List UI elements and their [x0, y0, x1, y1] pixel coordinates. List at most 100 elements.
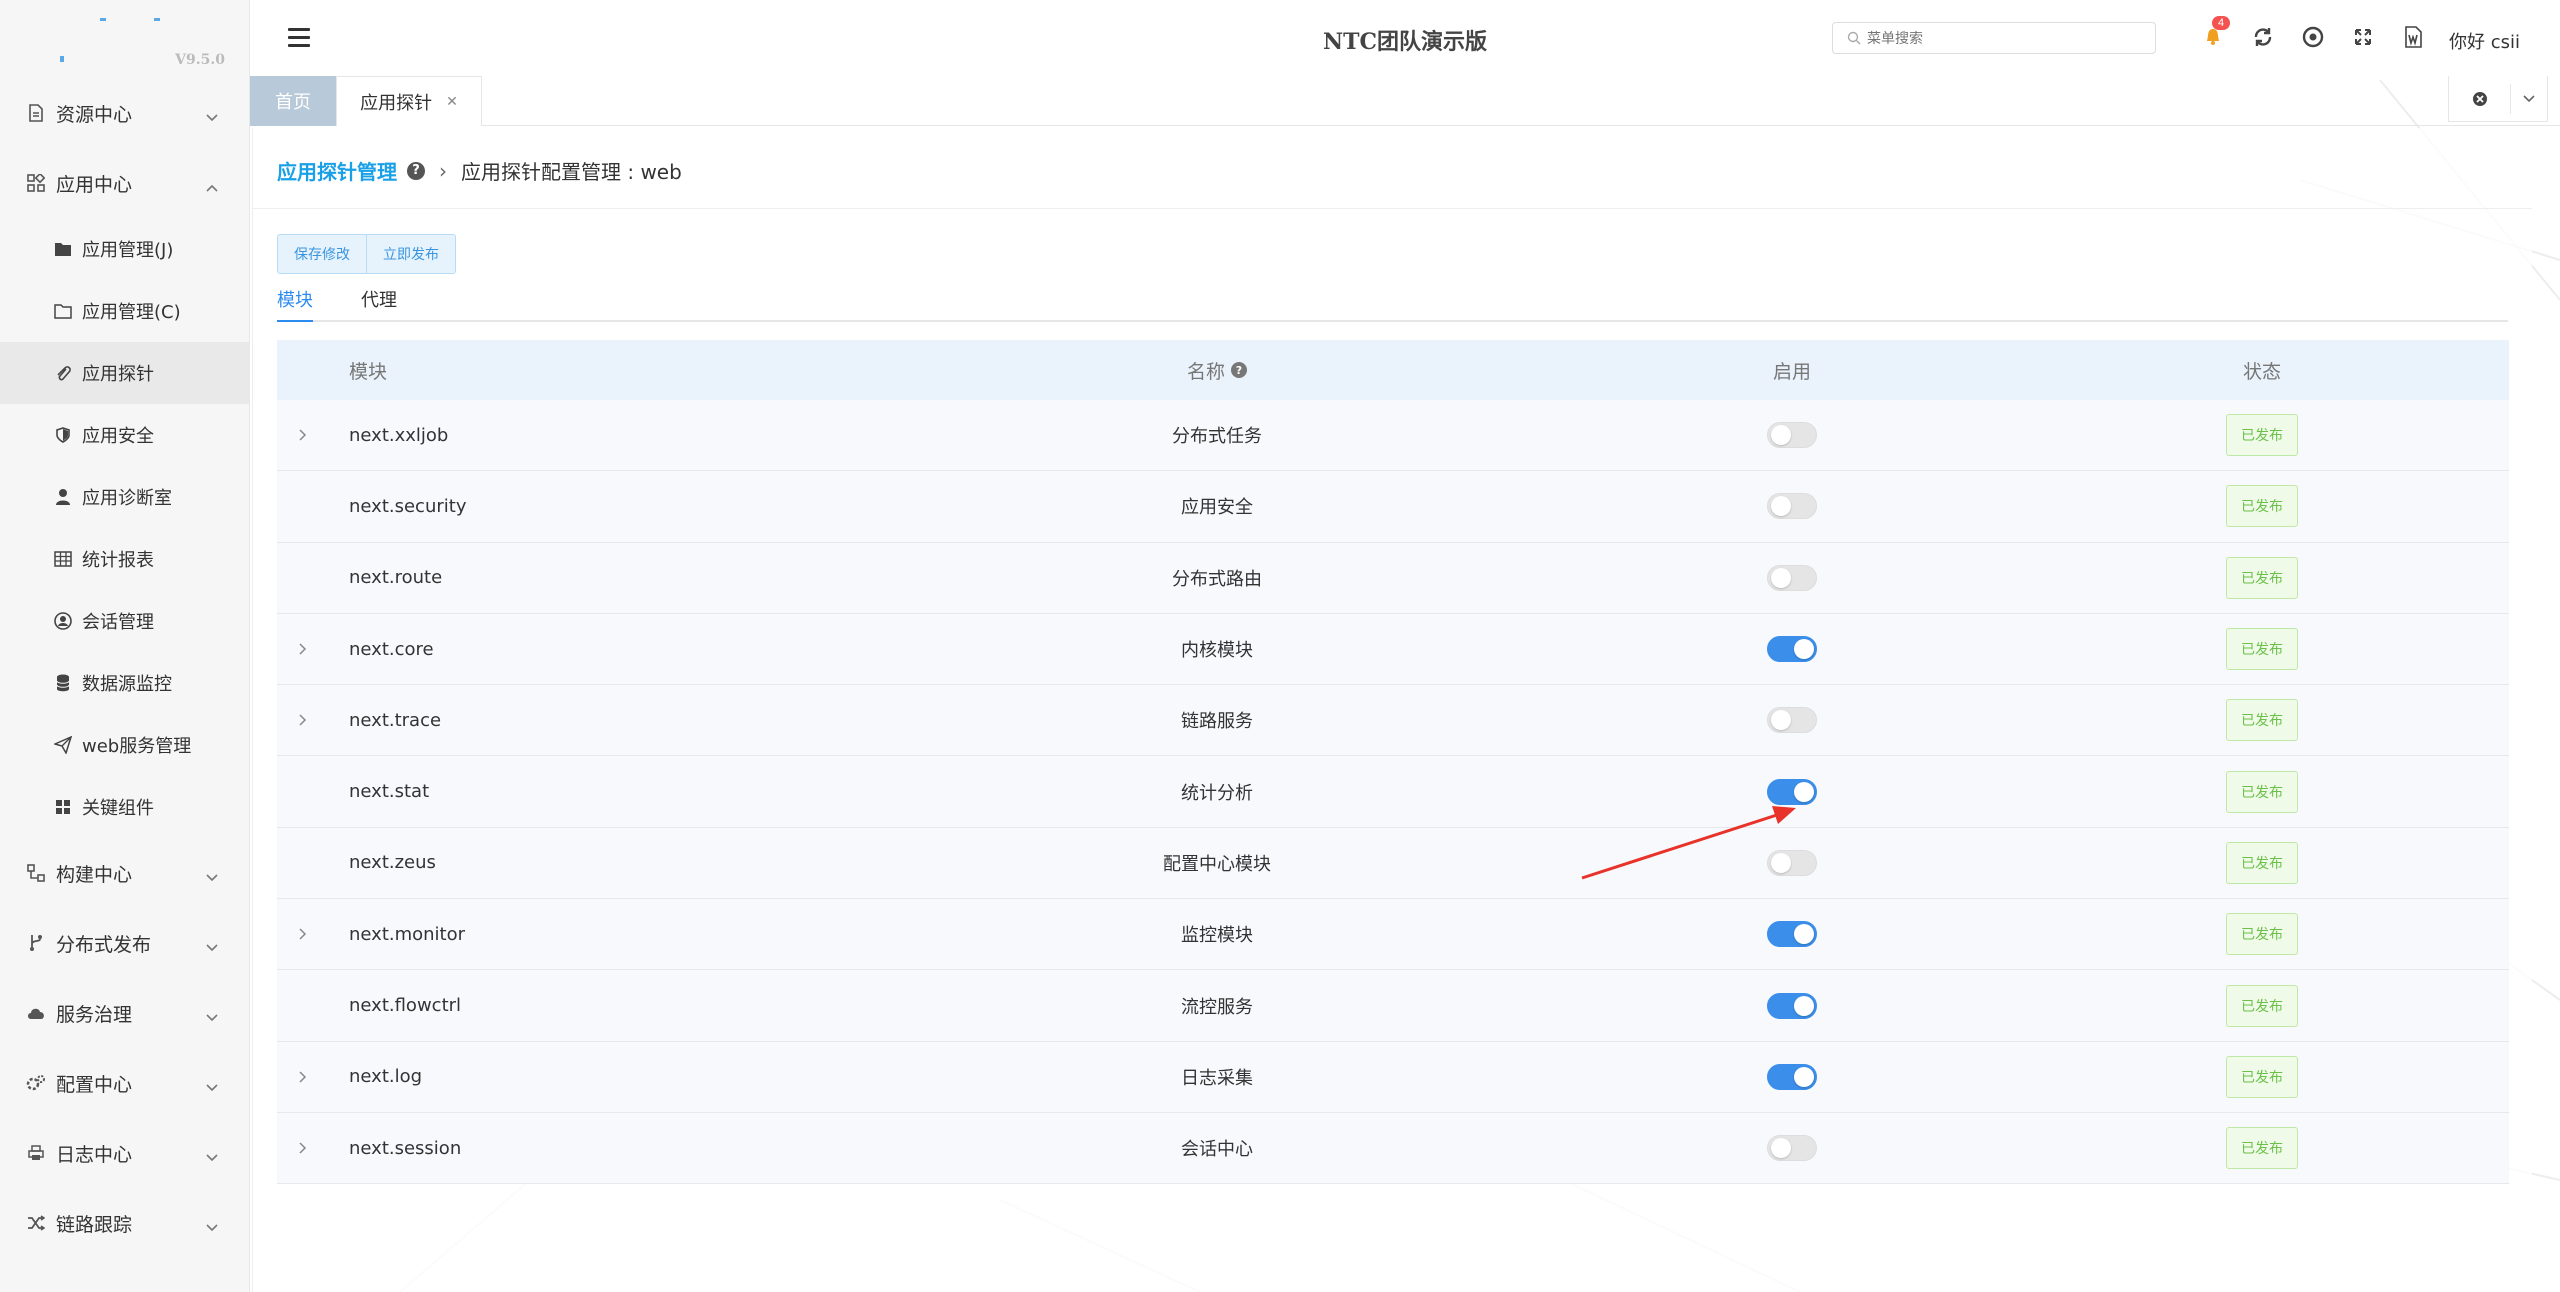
status-badge: 已发布: [2226, 699, 2298, 742]
sidebar-group[interactable]: 资源中心: [0, 78, 249, 148]
expand-cell: [277, 642, 327, 656]
sidebar-item[interactable]: web服务管理: [0, 714, 249, 776]
chevron-right-icon[interactable]: [297, 713, 307, 727]
enable-toggle[interactable]: [1767, 849, 1817, 876]
enabled-cell: [1567, 493, 2017, 520]
sidebar-group[interactable]: 链路跟踪: [0, 1188, 249, 1258]
sidebar-item-label: 关键组件: [82, 798, 154, 819]
printer-icon: [26, 1143, 46, 1163]
enabled-cell: [1567, 636, 2017, 663]
menu-toggle-icon[interactable]: [288, 28, 310, 48]
logo-icon: [60, 18, 160, 62]
sidebar-nav: 资源中心应用中心 应用管理(J) 应用管理(C) 应用探针应用安全应用诊断室统计报表会…: [0, 78, 249, 1258]
breadcrumb-root[interactable]: 应用探针管理: [277, 156, 397, 185]
sidebar-item-label: 应用安全: [82, 426, 154, 447]
sidebar-item-label: 会话管理: [82, 612, 154, 633]
close-icon[interactable]: ✕: [446, 94, 458, 110]
chevron-right-icon[interactable]: [297, 927, 307, 941]
breadcrumb-current: 应用探针配置管理 : web: [461, 160, 682, 184]
sidebar-group[interactable]: 应用中心: [0, 148, 249, 218]
sidebar-group-label: 资源中心: [56, 103, 133, 126]
enable-toggle[interactable]: [1767, 636, 1817, 663]
sidebar-group[interactable]: 服务治理: [0, 978, 249, 1048]
tab-app-probe[interactable]: 应用探针 ✕: [336, 76, 482, 126]
status-badge: 已发布: [2226, 984, 2298, 1027]
close-circle-icon: [2472, 91, 2487, 106]
chevron-down-icon: [205, 106, 219, 122]
enable-toggle[interactable]: [1767, 1135, 1817, 1162]
name-cell: 日志采集: [1181, 1067, 1253, 1089]
word-export-button[interactable]: [2400, 24, 2426, 50]
chevron-right-icon[interactable]: [297, 428, 307, 442]
enabled-cell: [1567, 921, 2017, 948]
enable-toggle[interactable]: [1767, 778, 1817, 805]
enable-toggle[interactable]: [1767, 422, 1817, 449]
menu-search[interactable]: [1832, 22, 2156, 54]
help-icon[interactable]: ?: [1231, 362, 1247, 378]
close-all-tabs-button[interactable]: [2449, 83, 2511, 114]
sidebar-group-label: 服务治理: [56, 1003, 133, 1026]
expand-cell: [277, 1070, 327, 1084]
breadcrumb: 应用探针管理 ? › 应用探针配置管理 : web: [277, 156, 682, 185]
sidebar-group[interactable]: 构建中心: [0, 838, 249, 908]
name-cell: 分布式路由: [1172, 568, 1262, 590]
status-cell: 已发布: [2017, 1055, 2507, 1098]
enable-toggle[interactable]: [1767, 1063, 1817, 1090]
sidebar-item-label: 统计报表: [82, 550, 154, 571]
chevron-right-icon[interactable]: [297, 1141, 307, 1155]
module-cell: next.xxljob: [349, 424, 449, 446]
user-greeting[interactable]: 你好 csii: [2449, 28, 2520, 54]
chevron-down-icon: [205, 1216, 219, 1232]
record-button[interactable]: [2300, 24, 2326, 50]
sidebar-group-label: 分布式发布: [56, 933, 152, 956]
module-cell: next.core: [349, 638, 434, 660]
sidebar-group-label: 链路跟踪: [56, 1213, 133, 1236]
sidebar-group[interactable]: 分布式发布: [0, 908, 249, 978]
sidebar-group[interactable]: 日志中心: [0, 1118, 249, 1188]
enable-toggle[interactable]: [1767, 564, 1817, 591]
enable-toggle[interactable]: [1767, 493, 1817, 520]
enabled-cell: [1567, 422, 2017, 449]
chevron-right-icon[interactable]: [297, 1070, 307, 1084]
sidebar-item-label: 应用诊断室: [82, 488, 172, 509]
help-icon[interactable]: ?: [407, 161, 425, 180]
sidebar-item[interactable]: 应用诊断室: [0, 466, 249, 528]
enable-toggle[interactable]: [1767, 992, 1817, 1019]
fullscreen-button[interactable]: [2350, 24, 2376, 50]
enable-toggle[interactable]: [1767, 707, 1817, 734]
tab-home[interactable]: 首页: [250, 76, 336, 126]
name-cell: 链路服务: [1181, 711, 1253, 733]
tab-agent[interactable]: 代理: [361, 286, 397, 320]
refresh-button[interactable]: [2250, 24, 2276, 50]
tab-tools: [2448, 76, 2548, 122]
status-badge: 已发布: [2226, 1127, 2298, 1170]
notification-button[interactable]: 4: [2200, 16, 2231, 50]
sidebar-item[interactable]: 会话管理: [0, 590, 249, 652]
table-icon: [54, 550, 72, 568]
tab-modules[interactable]: 模块: [277, 286, 313, 322]
chevron-down-icon: [205, 866, 219, 882]
sidebar-item[interactable]: 应用安全: [0, 404, 249, 466]
divider: [253, 208, 2532, 209]
name-cell: 会话中心: [1181, 1139, 1253, 1161]
sidebar-item[interactable]: 应用管理(J): [0, 218, 249, 280]
chevron-down-icon: [2523, 94, 2535, 102]
sidebar-item[interactable]: 应用探针: [0, 342, 249, 404]
sidebar-item[interactable]: 应用管理(C): [0, 280, 249, 342]
module-cell: next.security: [349, 495, 467, 517]
sidebar-item-label: 数据源监控: [82, 674, 172, 695]
sidebar-item[interactable]: 数据源监控: [0, 652, 249, 714]
enable-toggle[interactable]: [1767, 921, 1817, 948]
expand-cell: [277, 428, 327, 442]
publish-button[interactable]: 立即发布: [366, 235, 455, 273]
search-input[interactable]: [1867, 30, 2137, 46]
sidebar-item[interactable]: 统计报表: [0, 528, 249, 590]
chevron-right-icon[interactable]: [297, 642, 307, 656]
save-button[interactable]: 保存修改: [278, 235, 366, 273]
status-cell: 已发布: [2017, 699, 2507, 742]
header-module: 模块: [349, 360, 388, 383]
shuffle-icon: [26, 1213, 46, 1233]
sidebar-group[interactable]: 配置中心: [0, 1048, 249, 1118]
sidebar-item[interactable]: 关键组件: [0, 776, 249, 838]
tab-menu-dropdown[interactable]: [2511, 94, 2547, 104]
